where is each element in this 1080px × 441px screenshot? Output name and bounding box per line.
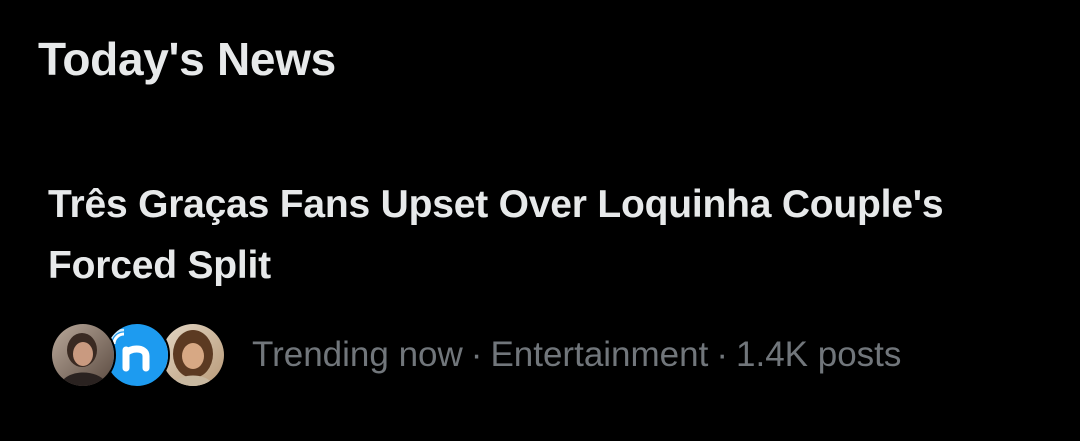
news-story-card[interactable]: Três Graças Fans Upset Over Loquinha Cou…	[0, 150, 1080, 441]
section-title: Today's News	[38, 33, 336, 85]
meta-separator: ·	[716, 335, 728, 374]
person-photo-avatar	[50, 322, 116, 388]
post-count: 1.4K posts	[736, 335, 902, 374]
trending-status: Trending now	[252, 335, 463, 374]
story-category[interactable]: Entertainment	[490, 335, 708, 375]
story-meta-text: Trending now · Entertainment · 1.4K post…	[252, 335, 901, 375]
story-meta-row: Trending now · Entertainment · 1.4K post…	[50, 322, 901, 388]
meta-separator: ·	[470, 335, 483, 374]
avatar-stack	[50, 322, 228, 388]
story-headline[interactable]: Três Graças Fans Upset Over Loquinha Cou…	[48, 174, 1028, 296]
